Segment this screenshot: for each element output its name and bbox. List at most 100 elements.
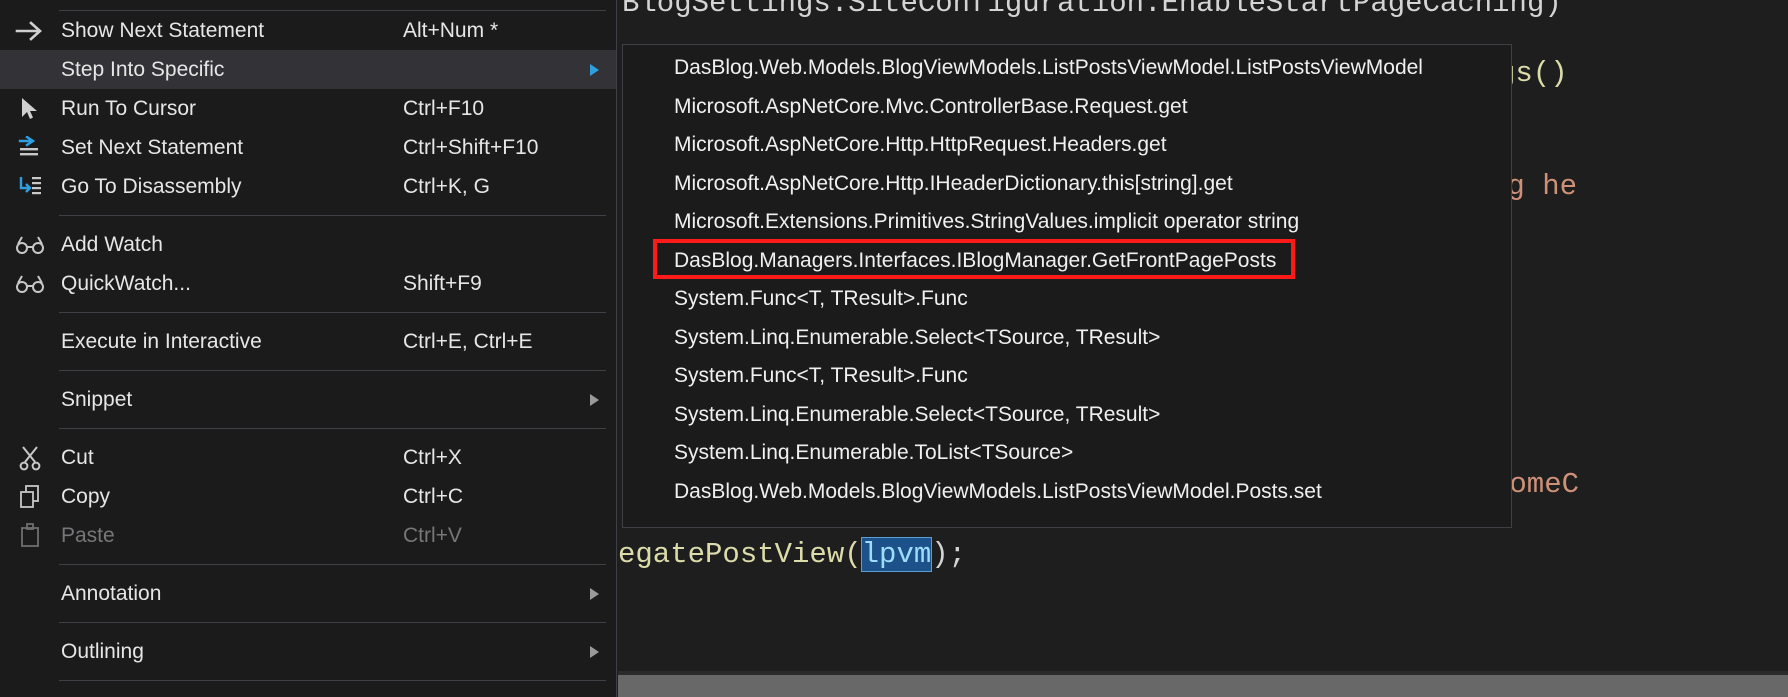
menu-item-shortcut: Ctrl+F10	[403, 96, 485, 120]
submenu-item[interactable]: DasBlog.Web.Models.BlogViewModels.ListPo…	[623, 49, 1511, 88]
submenu-item[interactable]: System.Linq.Enumerable.Select<TSource, T…	[623, 319, 1511, 358]
disassembly-icon	[0, 167, 59, 206]
menu-separator	[59, 370, 606, 371]
scissors-icon	[0, 438, 59, 477]
menu-item-set-next-statement[interactable]: Set Next Statement Ctrl+Shift+F10	[0, 128, 616, 167]
icon-placeholder	[0, 632, 59, 671]
step-into-specific-submenu[interactable]: DasBlog.Web.Models.BlogViewModels.ListPo…	[622, 44, 1512, 528]
submenu-item[interactable]: System.Linq.Enumerable.ToList<TSource>	[623, 434, 1511, 473]
menu-item-copy[interactable]: Copy Ctrl+C	[0, 477, 616, 516]
set-next-statement-icon	[0, 128, 59, 167]
menu-item-shortcut: Ctrl+K, G	[403, 174, 490, 198]
submenu-item-label: System.Func<T, TResult>.Func	[674, 287, 968, 311]
icon-placeholder	[0, 380, 59, 419]
menu-item-run-to-cursor[interactable]: Run To Cursor Ctrl+F10	[0, 89, 616, 128]
submenu-item-label: Microsoft.AspNetCore.Mvc.ControllerBase.…	[674, 94, 1188, 118]
menu-separator	[59, 622, 606, 623]
cursor-arrow-icon	[0, 89, 59, 128]
menu-item-label: Execute in Interactive	[61, 329, 262, 353]
submenu-item-highlighted[interactable]: DasBlog.Managers.Interfaces.IBlogManager…	[623, 238, 1511, 281]
glasses-icon	[0, 264, 59, 303]
submenu-item-label: Microsoft.AspNetCore.Http.IHeaderDiction…	[674, 171, 1233, 195]
submenu-item[interactable]: DasBlog.Web.Models.BlogViewModels.ListPo…	[623, 473, 1511, 512]
code-line-top: BlogSettings.SiteConfiguration.EnableSta…	[622, 0, 1562, 20]
submenu-item-label: Microsoft.AspNetCore.Http.HttpRequest.He…	[674, 133, 1167, 157]
menu-item-shortcut: Alt+Num *	[403, 18, 499, 42]
submenu-item[interactable]: Microsoft.AspNetCore.Http.HttpRequest.He…	[623, 126, 1511, 165]
copy-icon	[0, 477, 59, 516]
submenu-item[interactable]: Microsoft.Extensions.Primitives.StringVa…	[623, 203, 1511, 242]
chevron-right-glyph	[590, 587, 599, 600]
menu-item-label: Add Watch	[61, 232, 163, 256]
menu-item-step-into-specific[interactable]: Step Into Specific	[0, 50, 616, 89]
menu-item-quickwatch[interactable]: QuickWatch... Shift+F9	[0, 264, 616, 303]
icon-placeholder	[0, 50, 59, 89]
menu-item-shortcut: Ctrl+C	[403, 484, 464, 508]
scrollbar-thumb[interactable]	[618, 675, 1788, 697]
chevron-right-glyph	[590, 63, 599, 76]
code-bottom-suffix: );	[931, 538, 967, 571]
chevron-right-icon	[590, 63, 616, 76]
menu-item-shortcut: Ctrl+X	[403, 445, 462, 469]
code-bottom-selection[interactable]: lpvm	[860, 537, 933, 572]
menu-item-label: Outlining	[61, 639, 144, 663]
menu-item-snippet[interactable]: Snippet	[0, 380, 616, 419]
menu-item-label: Cut	[61, 445, 94, 469]
menu-item-add-watch[interactable]: Add Watch	[0, 225, 616, 264]
context-menu-item-list: Show Next Statement Alt+Num * Step Into Sp…	[0, 0, 616, 681]
chevron-right-glyph	[590, 393, 599, 406]
editor-horizontal-scrollbar[interactable]	[618, 675, 1788, 697]
submenu-item[interactable]: System.Linq.Enumerable.Select<TSource, T…	[623, 396, 1511, 435]
submenu-item[interactable]: Microsoft.AspNetCore.Http.IHeaderDiction…	[623, 165, 1511, 204]
submenu-item[interactable]: System.Func<T, TResult>.Func	[623, 357, 1511, 396]
submenu-item-label: DasBlog.Web.Models.BlogViewModels.ListPo…	[674, 56, 1423, 80]
glasses-icon	[0, 225, 59, 264]
menu-separator	[59, 680, 606, 681]
submenu-item-list: DasBlog.Web.Models.BlogViewModels.ListPo…	[623, 49, 1511, 511]
submenu-item-label: Microsoft.Extensions.Primitives.StringVa…	[674, 210, 1300, 234]
menu-item-shortcut: Ctrl+V	[403, 523, 462, 547]
context-menu[interactable]: Show Next Statement Alt+Num * Step Into Sp…	[0, 0, 617, 697]
submenu-item-label: System.Linq.Enumerable.ToList<TSource>	[674, 441, 1074, 465]
chevron-right-glyph	[590, 645, 599, 658]
chevron-right-icon	[590, 587, 616, 600]
menu-separator	[59, 428, 606, 429]
menu-item-go-to-disassembly[interactable]: Go To Disassembly Ctrl+K, G	[0, 167, 616, 206]
submenu-item-label: System.Linq.Enumerable.Select<TSource, T…	[674, 402, 1161, 426]
menu-item-shortcut: Ctrl+Shift+F10	[403, 135, 539, 159]
menu-item-paste: Paste Ctrl+V	[0, 516, 616, 555]
submenu-item-label: DasBlog.Web.Models.BlogViewModels.ListPo…	[674, 479, 1322, 503]
submenu-item[interactable]: Microsoft.AspNetCore.Mvc.ControllerBase.…	[623, 88, 1511, 127]
menu-item-cut[interactable]: Cut Ctrl+X	[0, 438, 616, 477]
chevron-right-icon	[590, 645, 616, 658]
menu-item-shortcut: Ctrl+E, Ctrl+E	[403, 329, 533, 353]
submenu-item-label: System.Linq.Enumerable.Select<TSource, T…	[674, 325, 1161, 349]
icon-placeholder	[0, 574, 59, 613]
menu-item-execute-in-interactive[interactable]: Execute in Interactive Ctrl+E, Ctrl+E	[0, 322, 616, 361]
menu-item-label: Step Into Specific	[61, 57, 225, 81]
menu-item-label: Annotation	[61, 581, 162, 605]
menu-item-label: Snippet	[61, 387, 133, 411]
menu-item-label: Copy	[61, 484, 111, 508]
code-bottom-prefix: egatePostView(	[618, 538, 862, 571]
arrow-right-icon	[0, 11, 59, 50]
menu-item-show-next-statement[interactable]: Show Next Statement Alt+Num *	[0, 11, 616, 50]
menu-separator	[59, 312, 606, 313]
menu-item-label: Set Next Statement	[61, 135, 244, 159]
menu-item-shortcut: Shift+F9	[403, 271, 482, 295]
menu-item-label: QuickWatch...	[61, 271, 191, 295]
clipboard-icon	[0, 516, 59, 555]
code-line-bottom: egatePostView(lpvm);	[618, 537, 967, 572]
submenu-item-label: System.Func<T, TResult>.Func	[674, 364, 968, 388]
submenu-item[interactable]: System.Func<T, TResult>.Func	[623, 280, 1511, 319]
chevron-right-icon	[590, 393, 616, 406]
menu-item-label: Show Next Statement	[61, 18, 265, 42]
menu-item-outlining[interactable]: Outlining	[0, 632, 616, 671]
icon-placeholder	[0, 322, 59, 361]
menu-separator	[59, 215, 606, 216]
menu-item-label: Run To Cursor	[61, 96, 197, 120]
submenu-item-label: DasBlog.Managers.Interfaces.IBlogManager…	[674, 248, 1277, 272]
menu-item-annotation[interactable]: Annotation	[0, 574, 616, 613]
menu-item-label: Go To Disassembly	[61, 174, 242, 198]
menu-item-label: Paste	[61, 523, 115, 547]
